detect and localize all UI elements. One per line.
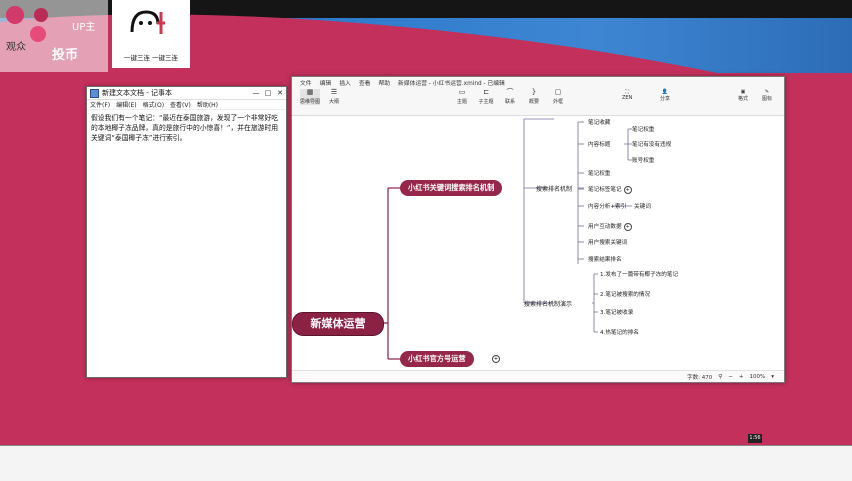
maximize-icon[interactable]: □ [262,89,274,97]
leaf-topic[interactable]: 用户搜索关键词 [588,238,627,246]
doc-icon: ☰ [330,88,338,96]
notepad-window[interactable]: 新建文本文档 - 记事本 — □ ✕ 文件(F) 编辑(E) 格式(O) 查看(… [86,86,287,378]
ribbon-label: 大纲 [328,99,339,105]
leaf-topic[interactable]: 内容分析+索引 [588,202,626,210]
mindmap-window[interactable]: 文件 编辑 插入 查看 帮助 新媒体运营 - 小红书运营.xmind - 已编辑… [291,76,785,383]
overlay-sticker: 观众 UP主 投币 [0,0,108,72]
leaf-label: 笔记标签笔记 [588,187,622,193]
ribbon-label: 思维导图 [300,99,321,105]
subtopic[interactable]: 搜索排名机制演示 [524,299,572,308]
filter-icon[interactable]: ⚲ [718,374,722,380]
ribbon-label: 概要 [528,99,539,105]
sticker-coin-text: 投币 [52,48,79,63]
decor-dot [34,8,48,22]
taskbar [0,445,852,481]
topic-button[interactable]: ▭ 主题 [452,88,472,106]
menu-help[interactable]: 帮助(H) [197,100,218,109]
menu-insert[interactable]: 插入 [339,78,351,87]
notepad-icon [90,88,99,98]
relationship-button[interactable]: ⌒ 联系 [500,88,520,106]
zoom-in-icon[interactable]: + [739,374,744,380]
leaf-topic[interactable]: 笔记权重 [632,125,654,133]
notepad-text-area[interactable]: 假设我们有一个笔记：“最近在泰国旅游，发现了一个非常好吃的本地椰子冻品牌，真的是… [87,110,286,146]
leaf-topic[interactable]: 3.笔记被收录 [600,308,633,316]
zen-button[interactable]: ⛶ ZEN [622,89,632,101]
ribbon-label: 图标 [762,96,773,102]
document-title: 新媒体运营 - 小红书运营.xmind - 已编辑 [398,80,505,87]
decor-dot [30,26,46,42]
ribbon-label: 外框 [552,99,563,105]
leaf-topic[interactable]: 笔记权重 [588,169,610,177]
minimize-icon[interactable]: — [250,89,262,97]
status-bar: 字数: 470 ⚲ − + 100% ▾ [292,370,784,382]
taskbar-badge[interactable]: 1:56 [748,434,762,443]
leaf-topic[interactable]: 用户互动数据 + [588,222,632,231]
leaf-topic[interactable]: 搜索结果排名 [588,255,622,263]
face-logo-icon [130,10,165,34]
notepad-titlebar[interactable]: 新建文本文档 - 记事本 — □ ✕ [87,87,286,100]
summary-icon: } [531,88,537,96]
mindmap-menubar: 文件 编辑 插入 查看 帮助 新媒体运营 - 小红书运营.xmind - 已编辑 [292,77,784,87]
branch-topic[interactable]: 小红书关键词搜索排名机制 [400,180,503,196]
menu-edit[interactable]: 编辑(E) [116,100,136,109]
mindmap-view-button[interactable]: ▦ 思维导图 [300,89,320,105]
close-icon[interactable]: ✕ [274,89,286,97]
leaf-topic[interactable]: 1.发布了一篇带有椰子冻的笔记 [600,270,678,278]
logo-card: 一键三连 一键三连 [112,0,190,68]
sticker-viewer-text: 观众 [6,42,26,53]
topic-icon: ▭ [458,88,466,96]
format-button[interactable]: ▣ 格式 [738,89,748,102]
marker-button[interactable]: ✎ 图标 [762,89,772,102]
root-topic[interactable]: 新媒体运营 [292,312,384,336]
menu-file[interactable]: 文件(F) [90,100,110,109]
leaf-topic[interactable]: 关键词 [634,202,651,210]
word-count: 字数: 470 [687,374,713,381]
decor-dot [6,6,24,24]
notepad-menubar: 文件(F) 编辑(E) 格式(O) 查看(V) 帮助(H) [87,100,286,110]
ribbon-label: 子主题 [478,99,494,105]
ribbon-label: 格式 [738,96,749,102]
share-button[interactable]: 👤 分享 [660,89,670,102]
branch-topic[interactable]: 小红书官方号运营 [400,351,474,367]
notepad-title: 新建文本文档 - 记事本 [102,89,172,97]
outline-view-button[interactable]: ☰ 大纲 [324,88,344,106]
ribbon-label: 联系 [504,99,515,105]
summary-button[interactable]: } 概要 [524,88,544,106]
ribbon-label: ZEN [622,95,633,101]
expand-icon[interactable]: + [623,222,632,231]
ribbon-label: 分享 [660,96,671,102]
menu-view[interactable]: 查看(V) [170,100,191,109]
leaf-topic[interactable]: 内容标题 [588,140,610,148]
leaf-topic[interactable]: 笔记标签笔记 + [588,185,632,194]
expand-icon[interactable]: + [623,185,632,194]
leaf-topic[interactable]: 账号权重 [632,156,654,164]
mindmap-canvas[interactable]: 新媒体运营 小红书关键词搜索排名机制 小红书官方号运营 + 搜索排名机制 搜索排… [292,114,784,370]
chevron-down-icon[interactable]: ▾ [771,374,774,380]
leaf-topic[interactable]: 2.笔记被搜索的情况 [600,290,650,298]
logo-caption: 一键三连 一键三连 [123,54,179,62]
subtopic-button[interactable]: ⊏ 子主题 [476,88,496,106]
outline-icon: ▦ [306,88,314,96]
leaf-topic[interactable]: 4.热笔记的排名 [600,328,639,336]
zoom-out-icon[interactable]: − [728,374,733,380]
menu-edit[interactable]: 编辑 [320,78,332,87]
leaf-topic[interactable]: 笔记收藏 [588,118,610,126]
leaf-topic[interactable]: 笔记有没有违规 [632,140,671,148]
subtopic[interactable]: 搜索排名机制 [536,184,572,193]
toolbar: ▦ 思维导图 ☰ 大纲 ▭ 主题 ⊏ 子主题 ⌒ 联系 } 概要 ▢ 外框 ⛶ [292,87,784,116]
boundary-icon: ▢ [554,88,562,96]
boundary-button[interactable]: ▢ 外框 [548,88,568,106]
menu-format[interactable]: 格式(O) [143,100,164,109]
branch-label: 小红书官方号运营 [408,354,466,363]
relation-icon: ⌒ [506,88,514,96]
leaf-label: 用户互动数据 [588,224,622,230]
expand-icon[interactable]: + [492,355,500,363]
ribbon-label: 主题 [456,99,467,105]
menu-help[interactable]: 帮助 [378,78,390,87]
sticker-up-text: UP主 [72,22,96,33]
zoom-level[interactable]: 100% [750,374,766,380]
subtopic-icon: ⊏ [483,88,489,96]
menu-file[interactable]: 文件 [300,78,312,87]
menu-view[interactable]: 查看 [359,78,371,87]
